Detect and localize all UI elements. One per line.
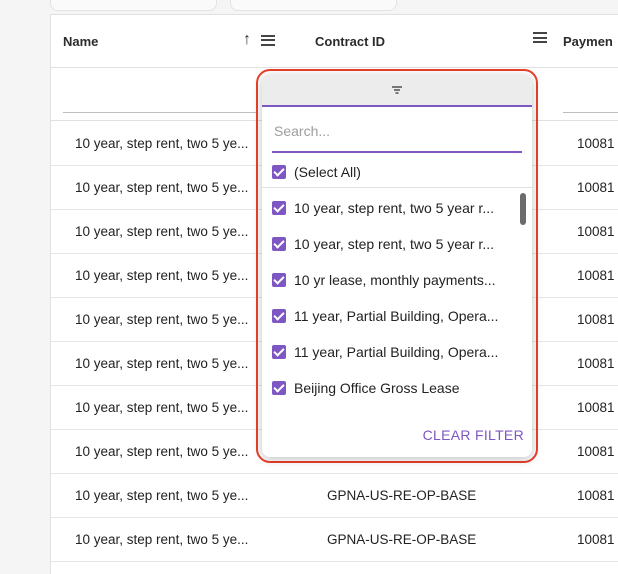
filter-option[interactable]: Beijing Office Gross Lease: [272, 373, 514, 403]
cell-payment: 10081: [577, 531, 615, 547]
floating-filter-name[interactable]: [63, 112, 258, 113]
filter-option-label: 10 year, step rent, two 5 year r...: [294, 200, 494, 216]
checkbox-checked-icon[interactable]: [272, 165, 286, 179]
cell-contract-id: GPNA-US-RE-OP-BASE: [327, 531, 477, 547]
cell-name: 10 year, step rent, two 5 ye...: [75, 531, 249, 547]
column-menu-icon[interactable]: [533, 32, 547, 43]
filter-option[interactable]: 10 year, step rent, two 5 year r...: [272, 229, 514, 259]
tab-stub: [50, 0, 217, 11]
column-header-payment[interactable]: Paymen: [563, 15, 618, 67]
filter-popup: (Select All) 10 year, step rent, two 5 y…: [262, 75, 532, 457]
filter-option-label: 11 year, Partial Building, Opera...: [294, 308, 499, 324]
column-header-name[interactable]: Name ↑: [63, 15, 283, 67]
select-all-label: (Select All): [294, 164, 361, 180]
filter-options-list[interactable]: 10 year, step rent, two 5 year r... 10 ye…: [262, 189, 532, 419]
filter-search-input[interactable]: [272, 117, 526, 145]
sort-ascending-icon[interactable]: ↑: [243, 32, 251, 48]
filter-option[interactable]: 10 year, step rent, two 5 year r...: [272, 193, 514, 223]
cell-name: 10 year, step rent, two 5 ye...: [75, 355, 249, 371]
cell-name: 10 year, step rent, two 5 ye...: [75, 399, 249, 415]
column-header-label: Paymen: [563, 33, 613, 49]
filter-tab[interactable]: [262, 75, 532, 107]
filter-search: [272, 117, 526, 153]
cell-payment: 10081: [577, 443, 615, 459]
tab-stub: [230, 0, 397, 11]
checkbox-checked-icon[interactable]: [272, 237, 286, 251]
filter-option-label: 10 yr lease, monthly payments...: [294, 272, 496, 288]
cell-name: 10 year, step rent, two 5 ye...: [75, 311, 249, 327]
grid-header: Name ↑ Contract ID Paymen: [51, 15, 618, 68]
cell-payment: 10081: [577, 135, 615, 151]
filter-option-label: 11 year, Partial Building, Opera...: [294, 344, 499, 360]
cell-payment: 10081: [577, 179, 615, 195]
filter-option[interactable]: 11 year, Partial Building, Opera...: [272, 337, 514, 367]
table-row[interactable]: 10 year, step rent, two 5 ye... GPNA-US-R…: [51, 517, 618, 562]
checkbox-checked-icon[interactable]: [272, 201, 286, 215]
filter-option[interactable]: 11 year, Partial Building, Opera...: [272, 301, 514, 331]
table-row[interactable]: 10 year, step rent, two 5 ye... GPNA-US-R…: [51, 473, 618, 518]
clear-filter-button[interactable]: CLEAR FILTER: [423, 427, 524, 443]
checkbox-checked-icon[interactable]: [272, 381, 286, 395]
filter-option-label: 10 year, step rent, two 5 year r...: [294, 236, 494, 252]
cell-payment: 10081: [577, 355, 615, 371]
column-header-label: Contract ID: [315, 33, 386, 49]
cell-payment: 10081: [577, 487, 615, 503]
filter-list-scrollbar[interactable]: [520, 193, 526, 225]
select-all-option[interactable]: (Select All): [262, 157, 532, 188]
cell-payment: 10081: [577, 223, 615, 239]
cell-name: 10 year, step rent, two 5 ye...: [75, 223, 249, 239]
cell-name: 10 year, step rent, two 5 ye...: [75, 179, 249, 195]
column-header-contract-id[interactable]: Contract ID: [315, 15, 555, 67]
cell-name: 10 year, step rent, two 5 ye...: [75, 267, 249, 283]
cell-payment: 10081: [577, 311, 615, 327]
column-menu-icon[interactable]: [261, 34, 275, 46]
checkbox-checked-icon[interactable]: [272, 345, 286, 359]
cell-payment: 10081: [577, 267, 615, 283]
checkbox-checked-icon[interactable]: [272, 309, 286, 323]
cell-name: 10 year, step rent, two 5 ye...: [75, 135, 249, 151]
cell-contract-id: GPNA-US-RE-OP-BASE: [327, 487, 477, 503]
cell-name: 10 year, step rent, two 5 ye...: [75, 487, 249, 503]
checkbox-checked-icon[interactable]: [272, 273, 286, 287]
top-tab-strip: [50, 0, 450, 14]
floating-filter-payment[interactable]: [563, 112, 618, 113]
filter-popup-highlight: (Select All) 10 year, step rent, two 5 y…: [256, 69, 538, 463]
column-header-label: Name: [63, 33, 99, 49]
filter-option-label: Beijing Office Gross Lease: [294, 380, 460, 396]
filter-icon: [391, 86, 403, 94]
cell-payment: 10081: [577, 399, 615, 415]
cell-name: 10 year, step rent, two 5 ye...: [75, 443, 249, 459]
filter-option[interactable]: 10 yr lease, monthly payments...: [272, 265, 514, 295]
